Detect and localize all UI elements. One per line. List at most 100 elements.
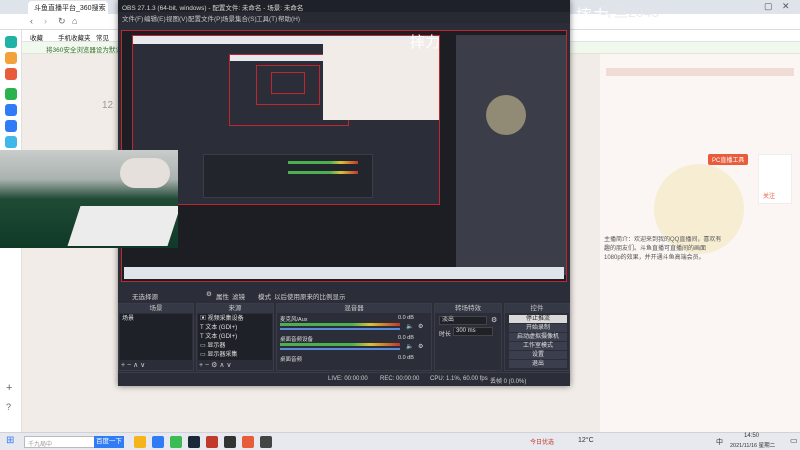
- mixer-channel: 麦克风/Aux 0.0 dB 🔈 ⚙: [280, 315, 430, 333]
- transitions-dock-title: 转场特效: [435, 304, 501, 313]
- steam-icon[interactable]: [188, 436, 200, 448]
- studio-mode-button[interactable]: 工作室模式: [509, 342, 567, 350]
- speaker-icon[interactable]: 🔈: [406, 323, 413, 330]
- obs-taskbar-icon[interactable]: [260, 436, 272, 448]
- app-icon[interactable]: [5, 88, 17, 100]
- news-badge[interactable]: 今日优选: [530, 437, 554, 446]
- add-icon[interactable]: +: [6, 382, 12, 394]
- app-icon[interactable]: [5, 36, 17, 48]
- preview-text-overlay: 摔力: [410, 35, 441, 51]
- stop-streaming-button[interactable]: 停止推流: [509, 315, 567, 323]
- forward-icon[interactable]: ›: [44, 16, 47, 26]
- duration-input[interactable]: 300 ms: [453, 327, 493, 336]
- windows-taskbar: ⊞ 千九局中 百度一下 今日优选 12°C 中 14:50 2021/11/16…: [0, 432, 800, 450]
- start-recording-button[interactable]: 开始录制: [509, 324, 567, 332]
- gear-icon[interactable]: ⚙: [418, 343, 423, 350]
- home-icon[interactable]: ⌂: [72, 16, 77, 26]
- exit-button[interactable]: 退出: [509, 360, 567, 368]
- side-card[interactable]: 关注: [758, 154, 792, 204]
- mode-button[interactable]: 模式: [258, 291, 271, 301]
- scenes-list[interactable]: 场景: [120, 314, 192, 360]
- filters-button[interactable]: 滤镜: [232, 291, 245, 301]
- app-icon[interactable]: [5, 136, 17, 148]
- source-item-label: 显示器: [207, 343, 226, 349]
- menu-edit[interactable]: 编辑(E): [144, 13, 166, 23]
- volume-slider[interactable]: [280, 328, 400, 330]
- source-item-label: 文本 (GDI+): [205, 325, 238, 331]
- close-icon[interactable]: ✕: [782, 1, 790, 12]
- gear-icon[interactable]: ⚙: [418, 323, 423, 330]
- stream-number: 12: [102, 100, 114, 111]
- menu-profile[interactable]: 配置文件(P): [188, 13, 223, 23]
- speaker-icon[interactable]: 🔈: [406, 343, 413, 350]
- gear-icon[interactable]: ⚙: [211, 362, 217, 369]
- file-explorer-icon[interactable]: [134, 436, 146, 448]
- windows-start-icon[interactable]: ⊞: [6, 435, 14, 446]
- obs-preview[interactable]: 摔力: [121, 30, 567, 282]
- taskbar-search-button[interactable]: 百度一下: [94, 436, 124, 448]
- source-item[interactable]: ▭ 显示器: [200, 342, 225, 350]
- volume-slider[interactable]: [280, 348, 400, 350]
- notification-icon[interactable]: ▭: [790, 436, 798, 445]
- source-item[interactable]: T 文本 (GDI+): [200, 333, 237, 341]
- bookmark-item[interactable]: 收藏: [30, 32, 43, 42]
- watermark-logo: 斗鱼2045: [600, 4, 660, 20]
- menu-scene-collection[interactable]: 场景集合(S): [222, 13, 257, 23]
- refresh-icon[interactable]: ↻: [58, 16, 66, 27]
- scene-item[interactable]: 场景: [122, 315, 134, 323]
- menu-help[interactable]: 帮助(H): [278, 13, 300, 23]
- edge-icon[interactable]: [152, 436, 164, 448]
- menu-view[interactable]: 视图(V): [166, 13, 188, 23]
- gear-icon[interactable]: ⚙: [206, 290, 212, 298]
- move-up-icon[interactable]: ∧: [133, 362, 138, 369]
- add-icon[interactable]: +: [199, 362, 203, 369]
- app-icon[interactable]: [242, 436, 254, 448]
- obs-status-bar: LIVE: 00:00:00 REC: 00:00:00 CPU: 1.1%, …: [118, 372, 570, 385]
- move-down-icon[interactable]: ∨: [140, 362, 145, 369]
- app-icon[interactable]: [5, 68, 17, 80]
- ime-indicator[interactable]: 中: [716, 437, 723, 447]
- clock-time[interactable]: 14:50: [744, 433, 759, 439]
- maximize-icon[interactable]: ▢: [764, 1, 773, 12]
- app-icon[interactable]: [206, 436, 218, 448]
- move-down-icon[interactable]: ∨: [226, 362, 231, 369]
- source-item-label: 视频采集设备: [207, 316, 244, 322]
- help-icon[interactable]: ?: [6, 402, 11, 412]
- menu-tools[interactable]: 工具(T): [256, 13, 277, 23]
- captured-meter: [288, 161, 358, 164]
- properties-button[interactable]: 属性: [216, 291, 229, 301]
- app-icon[interactable]: [5, 120, 17, 132]
- audio-mixer-dock: 混音器 麦克风/Aux 0.0 dB 🔈 ⚙ 桌面音频设备 0.0 dB 🔈 ⚙: [276, 303, 432, 371]
- source-item[interactable]: T 文本 (GDI+): [200, 324, 237, 332]
- rec-time: REC: 00:00:00: [380, 376, 420, 382]
- bookmark-item[interactable]: 手机收藏夹: [58, 32, 91, 42]
- remove-icon[interactable]: −: [127, 362, 131, 369]
- settings-button[interactable]: 设置: [509, 351, 567, 359]
- source-item[interactable]: ▣ 视频采集设备: [200, 315, 244, 323]
- app-icon[interactable]: [170, 436, 182, 448]
- source-item[interactable]: ▭ 显示器采集: [200, 351, 237, 359]
- menu-file[interactable]: 文件(F): [122, 13, 143, 23]
- controls-dock-title: 控件: [505, 304, 569, 313]
- pc-tool-badge[interactable]: PC直播工具: [708, 154, 749, 165]
- sources-list[interactable]: ▣ 视频采集设备 T 文本 (GDI+) T 文本 (GDI+) ▭ 显示器 ▭…: [198, 314, 272, 360]
- source-item-label: 文本 (GDI+): [205, 334, 238, 340]
- app-icon[interactable]: [224, 436, 236, 448]
- app-icon[interactable]: [5, 52, 17, 64]
- weather-temp[interactable]: 12°C: [578, 437, 594, 444]
- source-item-label: 显示器采集: [207, 352, 238, 358]
- browser-tab[interactable]: 斗鱼直播平台_360搜索: [28, 1, 108, 14]
- back-icon[interactable]: ‹: [30, 16, 33, 26]
- move-up-icon[interactable]: ∧: [219, 362, 224, 369]
- obs-titlebar: OBS 27.1.3 (64-bit, windows) - 配置文件: 未命名…: [118, 0, 570, 12]
- app-icon[interactable]: [5, 104, 17, 116]
- add-icon[interactable]: +: [121, 362, 125, 369]
- virtual-camera-button[interactable]: 启动虚拟摄像机: [509, 333, 567, 341]
- sources-dock-controls: + − ⚙ ∧ ∨: [199, 361, 232, 369]
- gear-icon[interactable]: ⚙: [491, 316, 497, 324]
- mixer-channels: 麦克风/Aux 0.0 dB 🔈 ⚙ 桌面音频设备 0.0 dB 🔈 ⚙ 桌面音…: [278, 314, 430, 363]
- remove-icon[interactable]: −: [205, 362, 209, 369]
- transition-select[interactable]: 淡出: [439, 316, 487, 325]
- bookmark-item[interactable]: 常见: [96, 32, 109, 42]
- clock-date[interactable]: 2021/11/16 星期二: [730, 441, 775, 449]
